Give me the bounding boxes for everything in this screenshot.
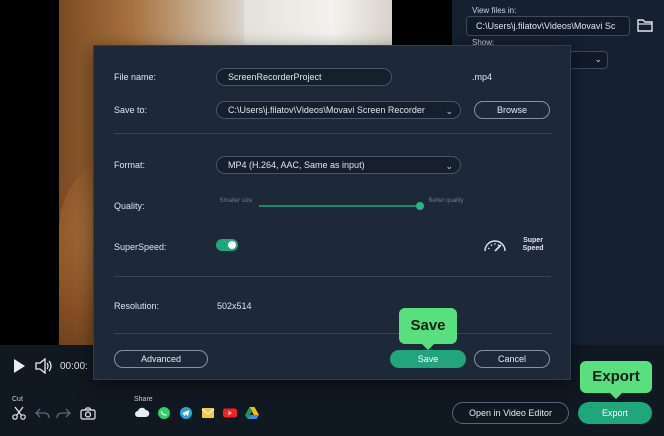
view-files-label: View files in:: [472, 6, 517, 15]
scissors-icon[interactable]: [12, 406, 26, 420]
cut-label: Cut: [12, 396, 23, 403]
speedometer-icon: [484, 240, 506, 252]
file-extension: .mp4: [472, 72, 493, 82]
cloud-icon[interactable]: [134, 406, 150, 420]
redo-icon[interactable]: [55, 407, 71, 420]
export-button[interactable]: Export: [578, 402, 652, 424]
folder-icon[interactable]: [637, 18, 653, 32]
chevron-down-icon: ⌄: [594, 54, 602, 64]
time-display: 00:00:: [60, 361, 88, 372]
email-icon[interactable]: [200, 406, 216, 420]
quality-smaller-size: Smaller size: [219, 198, 253, 204]
divider: [114, 133, 551, 134]
volume-icon[interactable]: [35, 358, 53, 374]
advanced-button[interactable]: Advanced: [114, 350, 208, 368]
resolution-value: 502x514: [217, 301, 252, 311]
superspeed-label: SuperSpeed:: [114, 242, 167, 252]
super-speed-caption: Super Speed: [522, 237, 544, 252]
camera-icon[interactable]: [80, 407, 96, 420]
quality-slider-thumb[interactable]: [416, 202, 424, 210]
save-to-value: C:\Users\j.filatov\Videos\Movavi Screen …: [228, 105, 425, 115]
chevron-down-icon: ⌄: [445, 106, 453, 116]
quality-better-quality: Better quality: [428, 198, 464, 204]
quality-label: Quality:: [114, 201, 145, 211]
file-name-label: File name:: [114, 72, 157, 82]
undo-icon[interactable]: [35, 407, 51, 420]
quality-slider-track[interactable]: [259, 205, 420, 207]
telegram-icon[interactable]: [178, 406, 194, 420]
play-icon[interactable]: [12, 358, 26, 374]
export-dialog: File name: ScreenRecorderProject .mp4 Sa…: [93, 45, 571, 380]
superspeed-toggle[interactable]: [216, 239, 238, 251]
open-in-video-editor-button[interactable]: Open in Video Editor: [452, 402, 569, 424]
google-drive-icon[interactable]: [244, 406, 260, 420]
resolution-label: Resolution:: [114, 301, 160, 311]
view-files-path-field[interactable]: C:\Users\j.filatov\Videos\Movavi Sc: [466, 16, 630, 36]
chevron-down-icon: ⌄: [445, 161, 453, 171]
cancel-button[interactable]: Cancel: [474, 350, 550, 368]
save-button[interactable]: Save: [390, 350, 466, 368]
share-label: Share: [134, 396, 153, 403]
divider: [114, 276, 551, 277]
save-callout: Save: [399, 308, 457, 350]
file-name-input[interactable]: ScreenRecorderProject: [216, 68, 392, 86]
share-icons: [134, 406, 260, 420]
divider: [114, 333, 551, 334]
format-label: Format:: [114, 160, 146, 170]
save-to-label: Save to:: [114, 105, 148, 115]
save-to-select[interactable]: C:\Users\j.filatov\Videos\Movavi Screen …: [216, 101, 461, 119]
browse-button[interactable]: Browse: [474, 101, 550, 119]
export-callout: Export: [580, 361, 652, 399]
whatsapp-icon[interactable]: [156, 406, 172, 420]
format-value: MP4 (H.264, AAC, Same as input): [228, 160, 365, 170]
youtube-icon[interactable]: [222, 406, 238, 420]
format-select[interactable]: MP4 (H.264, AAC, Same as input) ⌄: [216, 156, 461, 174]
